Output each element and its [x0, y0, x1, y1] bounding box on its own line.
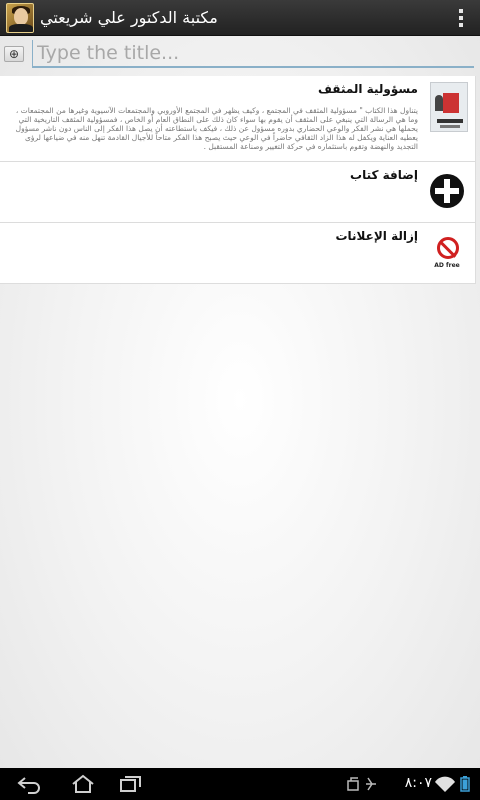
- back-icon[interactable]: [16, 774, 42, 794]
- book-item[interactable]: مسؤولية المثقف يتناول هذا الكتاب " مسؤول…: [0, 76, 476, 162]
- book-title: مسؤولية المثقف: [318, 82, 418, 96]
- book-description: يتناول هذا الكتاب " مسؤولية المثقف في ال…: [15, 106, 418, 151]
- app-title: مكتبة الدكتور علي شريعتي: [40, 8, 218, 27]
- app-author-icon[interactable]: [6, 3, 34, 33]
- ad-free-label: AD free: [434, 262, 460, 269]
- add-book-item[interactable]: إضافة كتاب: [0, 162, 476, 223]
- recent-apps-icon[interactable]: [118, 774, 144, 794]
- action-bar: مكتبة الدكتور علي شريعتي: [0, 0, 480, 36]
- book-list: مسؤولية المثقف يتناول هذا الكتاب " مسؤول…: [0, 76, 476, 284]
- ad-free-icon: AD free: [428, 237, 466, 275]
- home-icon[interactable]: [70, 774, 96, 794]
- add-title-button[interactable]: ⊕: [4, 46, 24, 62]
- title-input[interactable]: [32, 40, 474, 68]
- remove-ads-item[interactable]: AD free إزالة الإعلانات: [0, 223, 476, 284]
- plus-circle-icon: [430, 174, 464, 208]
- battery-icon: [460, 776, 470, 792]
- book-cover-thumbnail: [430, 82, 468, 132]
- system-navigation-bar: ٨:٠٧: [0, 768, 480, 800]
- overflow-menu-icon[interactable]: [458, 9, 464, 27]
- notification-icons: [346, 776, 380, 792]
- title-search-row: ⊕: [0, 36, 480, 68]
- add-book-label: إضافة كتاب: [350, 168, 418, 182]
- status-icons: [434, 776, 472, 792]
- status-clock: ٨:٠٧: [404, 775, 432, 791]
- remove-ads-label: إزالة الإعلانات: [335, 229, 418, 243]
